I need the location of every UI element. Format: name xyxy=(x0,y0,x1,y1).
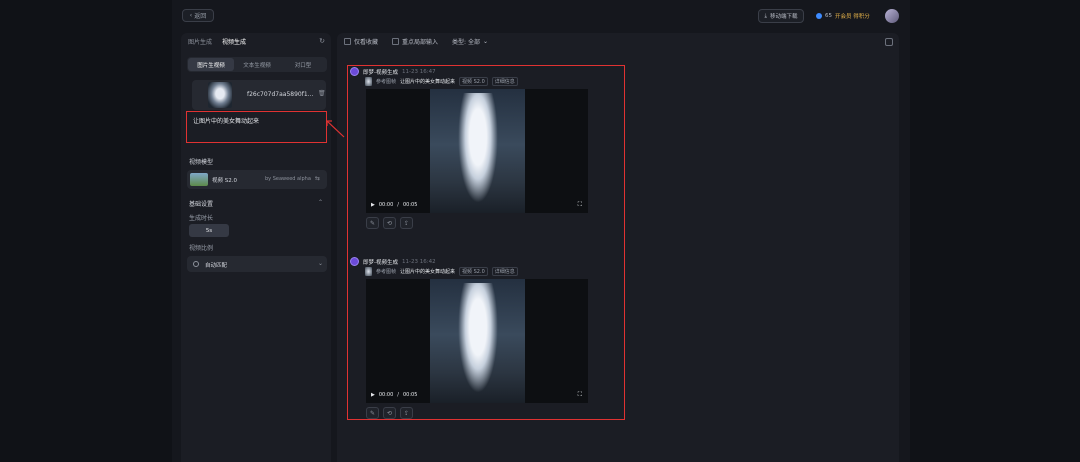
annotation-arrow xyxy=(326,120,345,138)
